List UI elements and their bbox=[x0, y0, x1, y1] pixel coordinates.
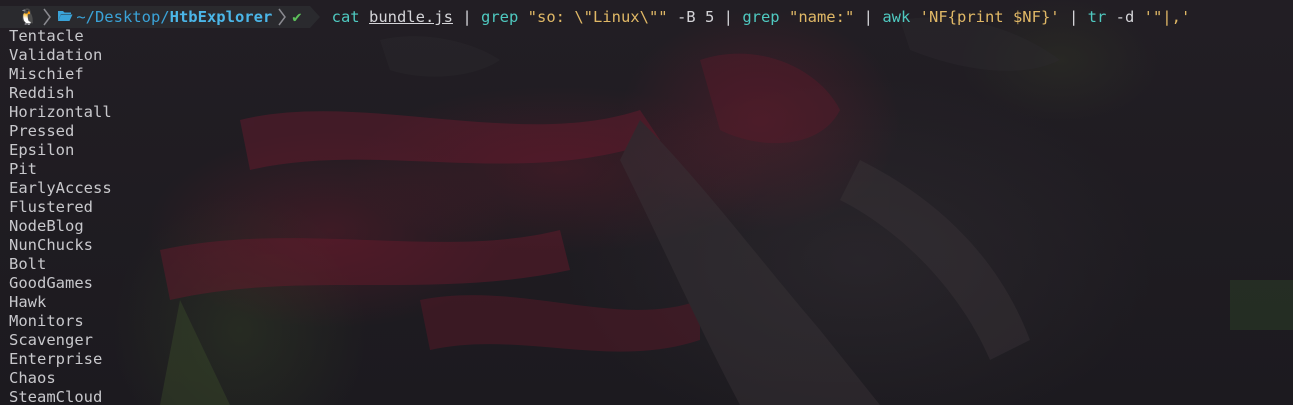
pipe: | bbox=[854, 8, 883, 26]
output-line: EarlyAccess bbox=[9, 179, 112, 197]
output-line: Flustered bbox=[9, 198, 93, 216]
path-prefix: ~/Desktop/ bbox=[76, 8, 170, 26]
pipe: | bbox=[714, 8, 743, 26]
chevron-right-icon bbox=[276, 6, 289, 28]
cmd-cat: cat bbox=[331, 8, 360, 26]
wallpaper-art bbox=[160, 17, 1293, 405]
cmd-tr-chars: '"|,' bbox=[1143, 8, 1191, 26]
command-output: Tentacle Validation Mischief Reddish Hor… bbox=[9, 27, 112, 405]
cmd-grep-pattern: "so: \"Linux\"" bbox=[527, 8, 668, 26]
output-line: NunChucks bbox=[9, 236, 93, 254]
output-line: Pit bbox=[9, 160, 37, 178]
checkmark-icon: ✔ bbox=[288, 6, 310, 28]
output-line: Chaos bbox=[9, 369, 56, 387]
output-line: Reddish bbox=[9, 84, 75, 102]
chevron-right-icon bbox=[41, 6, 54, 28]
cmd-file-arg: bundle.js bbox=[368, 8, 453, 26]
shell-prompt: 🐧 ~/Desktop/HtbExplorer ✔ cat bundle.js … bbox=[0, 6, 1190, 28]
path-current-folder: HtbExplorer bbox=[169, 8, 273, 26]
output-line: GoodGames bbox=[9, 274, 93, 292]
cmd-awk: awk bbox=[882, 8, 911, 26]
output-line: NodeBlog bbox=[9, 217, 84, 235]
output-line: Epsilon bbox=[9, 141, 75, 159]
cmd-tr: tr bbox=[1087, 8, 1107, 26]
output-line: Validation bbox=[9, 46, 103, 64]
output-line: Monitors bbox=[9, 312, 84, 330]
cmd-grep-pattern: "name:" bbox=[788, 8, 855, 26]
output-line: Scavenger bbox=[9, 331, 93, 349]
command-input[interactable]: cat bundle.js | grep "so: \"Linux\"" -B … bbox=[332, 8, 1191, 26]
output-line: Mischief bbox=[9, 65, 84, 83]
output-line: Hawk bbox=[9, 293, 47, 311]
pipe: | bbox=[452, 8, 481, 26]
output-line: Enterprise bbox=[9, 350, 103, 368]
output-line: Horizontall bbox=[9, 103, 112, 121]
folder-open-icon bbox=[57, 8, 73, 26]
cmd-grep: grep bbox=[480, 8, 519, 26]
cmd-grep-flags: -B 5 bbox=[667, 8, 715, 26]
terminal-window[interactable]: 🐧 ~/Desktop/HtbExplorer ✔ cat bundle.js … bbox=[0, 0, 1293, 405]
output-line: Tentacle bbox=[9, 27, 84, 45]
output-line: Bolt bbox=[9, 255, 47, 273]
prompt-end-arrow bbox=[309, 6, 320, 28]
linux-tux-icon: 🐧 bbox=[0, 6, 42, 28]
cmd-awk-program: 'NF{print $NF}' bbox=[919, 8, 1060, 26]
cmd-grep: grep bbox=[742, 8, 780, 26]
output-line: Pressed bbox=[9, 122, 75, 140]
pipe: | bbox=[1059, 8, 1088, 26]
cmd-tr-flags: -d bbox=[1106, 8, 1144, 26]
current-directory: ~/Desktop/HtbExplorer bbox=[53, 6, 277, 28]
output-line: SteamCloud bbox=[9, 388, 103, 405]
